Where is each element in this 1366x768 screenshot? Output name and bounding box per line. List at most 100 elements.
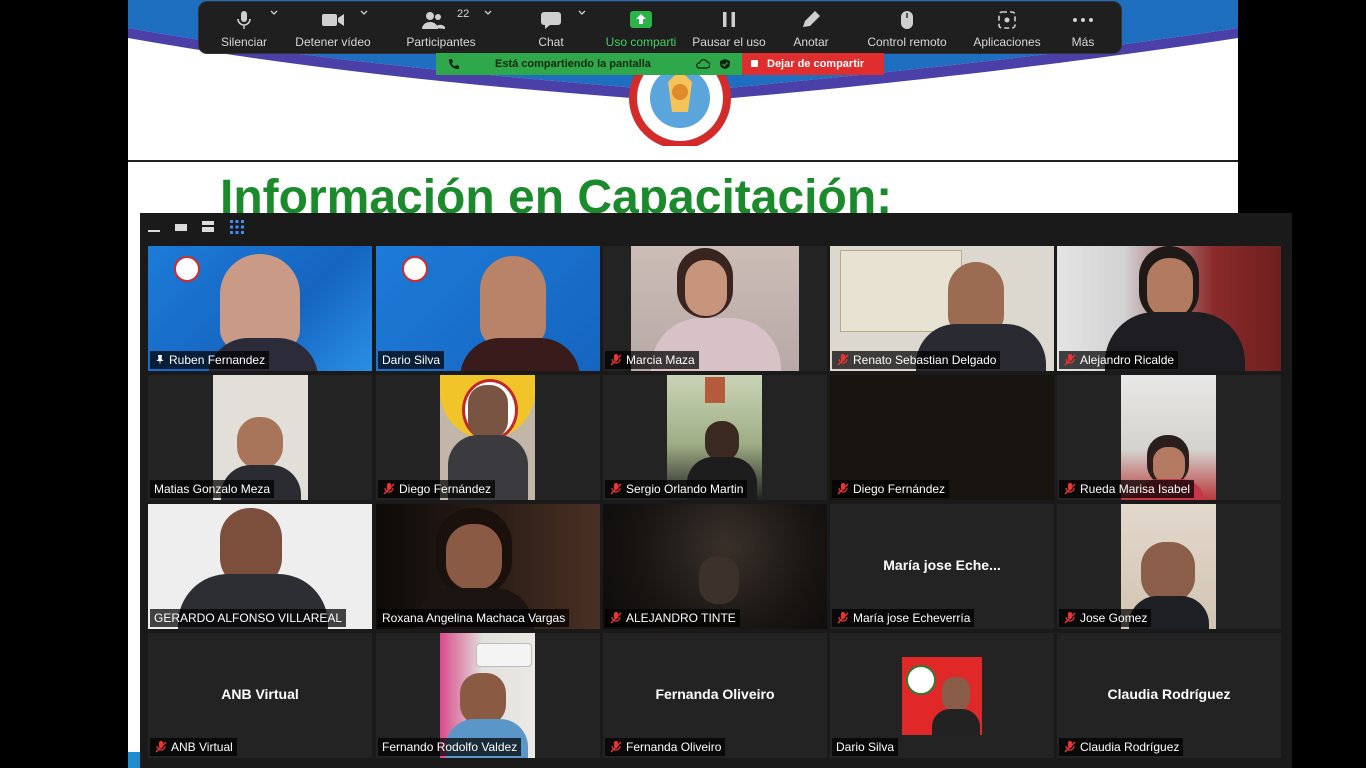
stop-sharing-label: Dejar de compartir bbox=[767, 58, 865, 70]
microphone-muted-icon bbox=[610, 612, 622, 624]
microphone-muted-icon bbox=[1064, 354, 1076, 366]
microphone-muted-icon bbox=[610, 354, 622, 366]
participant-tile[interactable]: Renato Sebastian Delgado bbox=[830, 246, 1054, 371]
share-screen-label: Uso comparti bbox=[605, 35, 677, 49]
share-screen-icon bbox=[630, 11, 652, 28]
mute-button[interactable]: Silenciar bbox=[211, 2, 279, 53]
participant-name: Diego Fernández bbox=[853, 482, 946, 496]
sharing-status-bar[interactable]: Está compartiendo la pantalla bbox=[436, 53, 742, 75]
participant-name: Ruben Fernandez bbox=[169, 353, 266, 367]
participant-name: Renato Sebastian Delgado bbox=[853, 353, 997, 367]
participant-tile[interactable]: ANB Virtual ANB Virtual bbox=[148, 633, 372, 758]
participant-tile[interactable]: Fernanda Oliveiro Fernanda Oliveiro bbox=[603, 633, 827, 758]
pause-share-label: Pausar el uso bbox=[692, 35, 766, 49]
participant-name-tag: Dario Silva bbox=[378, 351, 445, 369]
minimize-icon[interactable] bbox=[148, 221, 160, 233]
participant-name-tag: Claudia Rodríguez bbox=[1059, 738, 1184, 756]
participant-name-tag: María jose Echeverría bbox=[832, 609, 975, 627]
slide-divider bbox=[128, 160, 1238, 162]
video-camera-icon bbox=[322, 14, 344, 26]
participant-tile[interactable]: Diego Fernández bbox=[830, 375, 1054, 500]
gallery-view-panel: Ruben Fernandez Dario Silva Marcia Maza bbox=[140, 213, 1292, 768]
participant-tile[interactable]: Rueda Marisa Isabel bbox=[1057, 375, 1281, 500]
more-dots-icon bbox=[1073, 18, 1093, 22]
mute-label: Silenciar bbox=[220, 35, 268, 49]
sharing-status-text: Está compartiendo la pantalla bbox=[495, 58, 651, 70]
share-screen-button[interactable]: Uso comparti bbox=[601, 2, 681, 53]
pause-icon bbox=[723, 12, 735, 27]
participant-tile[interactable]: Ruben Fernandez bbox=[148, 246, 372, 371]
participant-name-tag: Fernando Rodolfo Valdez bbox=[378, 738, 522, 756]
participant-tile[interactable]: GERARDO ALFONSO VILLAREAL bbox=[148, 504, 372, 629]
participant-name-tag: Diego Fernández bbox=[378, 480, 496, 498]
microphone-muted-icon bbox=[1064, 483, 1076, 495]
participants-icon bbox=[422, 12, 445, 29]
participant-name-tag: GERARDO ALFONSO VILLAREAL bbox=[150, 609, 347, 627]
participant-name-tag: Diego Fernández bbox=[832, 480, 950, 498]
microphone-icon bbox=[237, 11, 251, 29]
participants-button[interactable]: 22 Participantes bbox=[399, 2, 492, 53]
participant-tile[interactable]: Alejandro Ricalde bbox=[1057, 246, 1281, 371]
strip-view-icon[interactable] bbox=[202, 221, 214, 233]
participant-name-tag: Sergio Orlando Martin bbox=[605, 480, 748, 498]
stop-square-icon bbox=[751, 60, 758, 67]
participant-display-name: ANB Virtual bbox=[221, 686, 299, 702]
participant-name: Jose Gomez bbox=[1080, 611, 1148, 625]
participant-name-tag: Dario Silva bbox=[832, 738, 899, 756]
microphone-muted-icon bbox=[837, 612, 849, 624]
participant-tile[interactable]: Sergio Orlando Martin bbox=[603, 375, 827, 500]
speaker-view-icon[interactable] bbox=[175, 221, 187, 233]
participant-tile[interactable]: Claudia Rodríguez Claudia Rodríguez bbox=[1057, 633, 1281, 758]
participant-name-tag: Marcia Maza bbox=[605, 351, 699, 369]
participant-tile[interactable]: Dario Silva bbox=[830, 633, 1054, 758]
pin-icon bbox=[156, 355, 164, 365]
chat-button[interactable]: Chat bbox=[519, 2, 586, 53]
participant-display-name: Claudia Rodríguez bbox=[1107, 686, 1231, 702]
participants-count: 22 bbox=[457, 8, 470, 20]
participant-tile[interactable]: Fernando Rodolfo Valdez bbox=[376, 633, 600, 758]
participant-tile[interactable]: María jose Eche... María jose Echeverría bbox=[830, 504, 1054, 629]
participant-name-tag: Jose Gomez bbox=[1059, 609, 1152, 627]
annotate-button[interactable]: Anotar bbox=[781, 2, 841, 53]
stop-video-button[interactable]: Detener vídeo bbox=[291, 2, 375, 53]
participant-tile[interactable]: Matias Gonzalo Meza bbox=[148, 375, 372, 500]
chevron-down-icon[interactable] bbox=[577, 8, 587, 18]
participants-label: Participantes bbox=[406, 35, 476, 49]
microphone-muted-icon bbox=[610, 741, 622, 753]
chevron-down-icon[interactable] bbox=[269, 8, 279, 18]
participant-name: Rueda Marisa Isabel bbox=[1080, 482, 1191, 496]
participant-name: Marcia Maza bbox=[626, 353, 695, 367]
remote-control-button[interactable]: Control remoto bbox=[863, 2, 951, 53]
apps-icon bbox=[998, 11, 1016, 29]
participant-name: Matias Gonzalo Meza bbox=[154, 482, 271, 496]
annotate-label: Anotar bbox=[793, 35, 829, 49]
participant-name: Claudia Rodríguez bbox=[1080, 740, 1180, 754]
gallery-view-icon[interactable] bbox=[230, 220, 244, 234]
meeting-toolbar: Silenciar Detener vídeo 22 Participantes… bbox=[199, 2, 1121, 53]
participant-name-tag: Alejandro Ricalde bbox=[1059, 351, 1179, 369]
participant-tile[interactable]: Dario Silva bbox=[376, 246, 600, 371]
participant-tile[interactable]: Roxana Angelina Machaca Vargas bbox=[376, 504, 600, 629]
participant-name: ALEJANDRO TINTE bbox=[626, 611, 736, 625]
participant-tile[interactable]: Jose Gomez bbox=[1057, 504, 1281, 629]
pencil-icon bbox=[803, 11, 820, 27]
participant-display-name: Fernanda Oliveiro bbox=[655, 686, 775, 702]
participant-name: María jose Echeverría bbox=[853, 611, 971, 625]
chevron-down-icon[interactable] bbox=[483, 8, 493, 18]
participant-name: Roxana Angelina Machaca Vargas bbox=[382, 611, 566, 625]
more-label: Más bbox=[1071, 35, 1095, 49]
participant-name: Dario Silva bbox=[836, 740, 895, 754]
stop-video-label: Detener vídeo bbox=[295, 35, 371, 49]
participant-name-tag: Matias Gonzalo Meza bbox=[150, 480, 275, 498]
participant-tile[interactable]: Marcia Maza bbox=[603, 246, 827, 371]
pause-share-button[interactable]: Pausar el uso bbox=[691, 2, 767, 53]
microphone-muted-icon bbox=[837, 354, 849, 366]
participant-tile[interactable]: Diego Fernández bbox=[376, 375, 600, 500]
chevron-down-icon[interactable] bbox=[359, 8, 369, 18]
participant-video bbox=[902, 657, 982, 735]
participant-tile[interactable]: ALEJANDRO TINTE bbox=[603, 504, 827, 629]
apps-button[interactable]: Aplicaciones bbox=[967, 2, 1047, 53]
more-button[interactable]: Más bbox=[1063, 2, 1103, 53]
stop-sharing-button[interactable]: Dejar de compartir bbox=[742, 53, 884, 75]
participant-name-tag: Ruben Fernandez bbox=[150, 351, 270, 369]
